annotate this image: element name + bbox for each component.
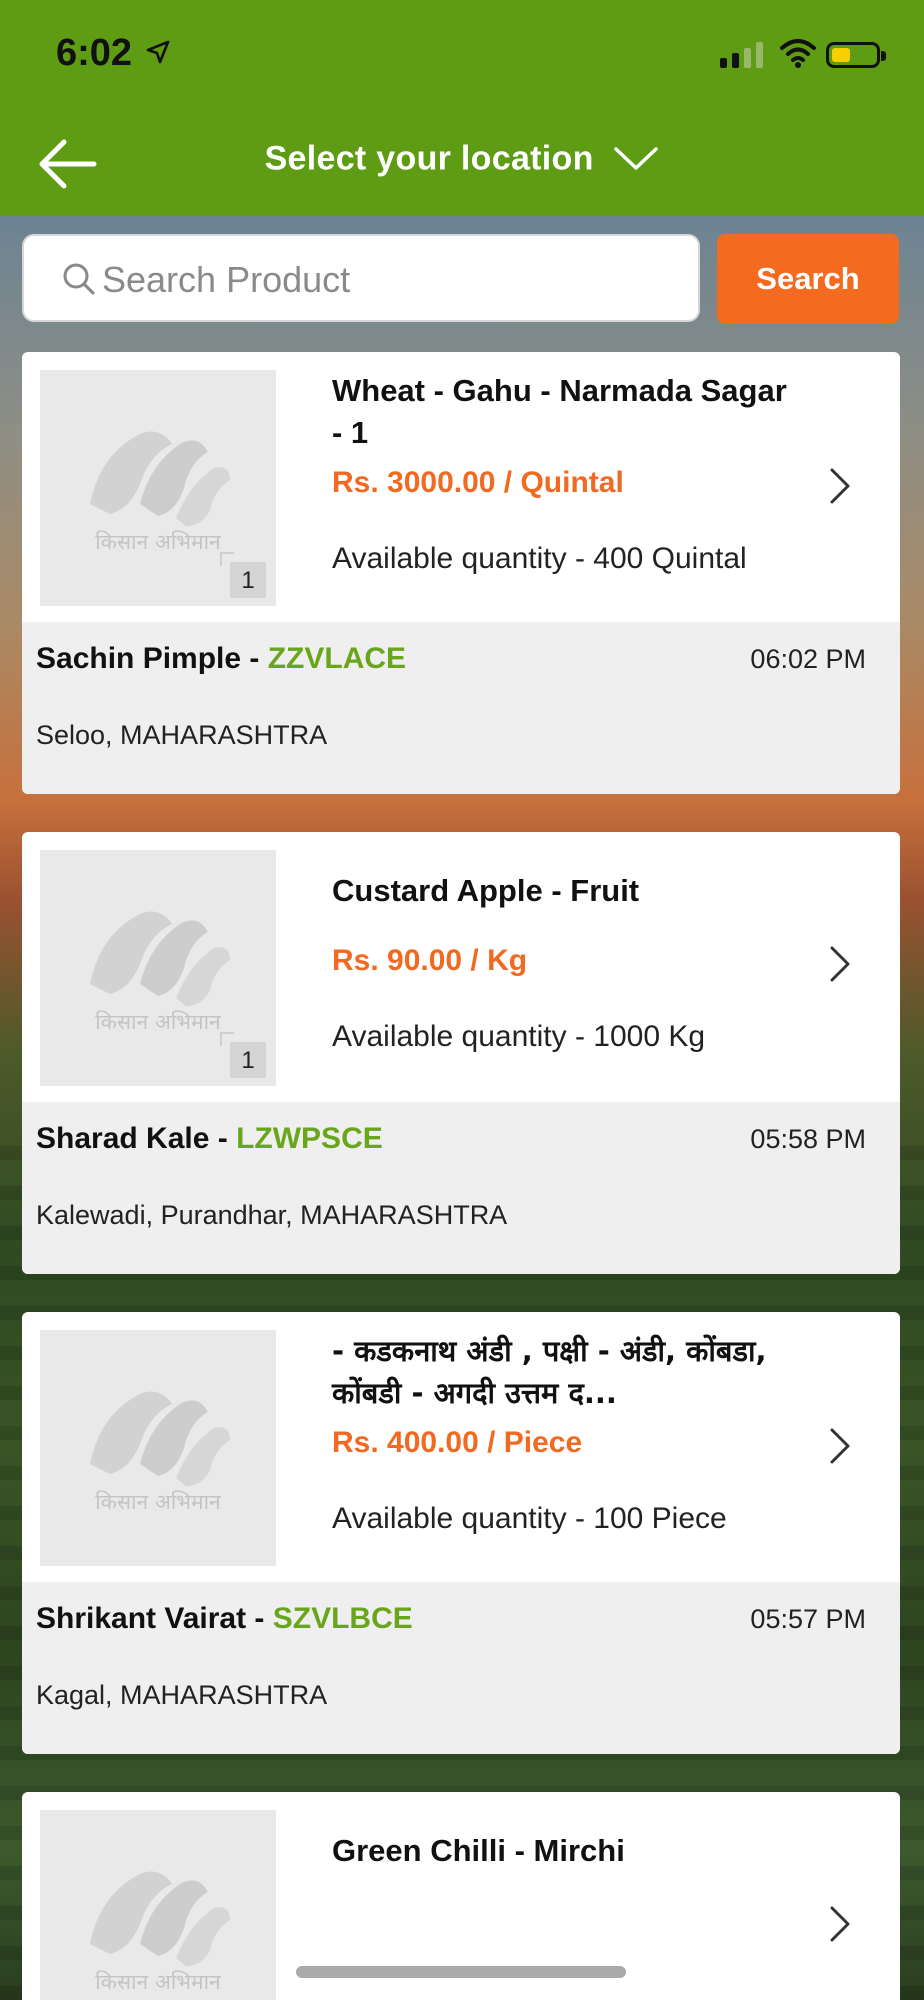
seller-code: LZWPSCE <box>236 1122 383 1155</box>
seller-name: Sachin Pimple - ZZVLACE <box>36 642 407 675</box>
home-indicator[interactable] <box>296 1966 626 1978</box>
product-name: Green Chilli - Mirchi <box>332 1833 625 1868</box>
kisan-abhiman-logo-icon <box>90 911 230 1006</box>
product-image: किसान अभिमान 1 <box>40 370 276 606</box>
kisan-abhiman-logo-icon <box>90 1391 230 1486</box>
seller-location: Seloo, MAHARASHTRA <box>36 720 328 750</box>
kisan-abhiman-logo-icon <box>90 1871 230 1966</box>
image-count-badge: 1 <box>230 562 266 598</box>
search-field[interactable] <box>22 234 700 322</box>
product-image: किसान अभिमान <box>40 1810 276 2000</box>
product-price: Rs. 3000.00 / Quintal <box>332 466 624 499</box>
wifi-icon <box>780 38 816 73</box>
logo-text: किसान अभिमान <box>95 1010 221 1034</box>
search-button[interactable]: Search <box>717 234 899 324</box>
app-header: 6:02 Select your location <box>0 0 924 216</box>
kisan-abhiman-logo-icon <box>90 431 230 526</box>
seller-code: ZZVLACE <box>267 642 407 675</box>
product-image: किसान अभिमान <box>40 1330 276 1566</box>
product-name: - कडकनाथ अंडी , पक्षी - अंडी, कोंबडा, को… <box>332 1334 767 1410</box>
seller-name: Shrikant Vairat - SZVLBCE <box>36 1602 413 1635</box>
product-name: Custard Apple - Fruit <box>332 873 640 908</box>
location-selector[interactable]: Select your location <box>0 138 924 179</box>
available-quantity: Available quantity - 100 Piece <box>332 1502 727 1535</box>
available-quantity: Available quantity - 400 Quintal <box>332 542 747 575</box>
seller-info: Shrikant Vairat - SZVLBCE 05:57 PM Kagal… <box>22 1582 900 1754</box>
status-time: 6:02 <box>56 32 133 74</box>
product-card[interactable]: किसान अभिमान - कडकनाथ अंडी , पक्षी - अंड… <box>22 1312 900 1754</box>
logo-text: किसान अभिमान <box>95 530 221 554</box>
battery-icon <box>826 42 886 68</box>
logo-text: किसान अभिमान <box>95 1490 221 1514</box>
available-quantity: Available quantity - 1000 Kg <box>332 1020 706 1053</box>
cellular-signal-icon <box>720 42 763 68</box>
chevron-down-icon <box>614 147 659 170</box>
seller-code: SZVLBCE <box>272 1602 413 1635</box>
chevron-right-icon[interactable] <box>828 944 852 984</box>
post-time: 05:57 PM <box>750 1604 866 1634</box>
image-count-badge: 1 <box>230 1042 266 1078</box>
product-price: Rs. 400.00 / Piece <box>332 1426 583 1459</box>
product-card[interactable]: किसान अभिमान 1 Custard Apple - Fruit Rs.… <box>22 832 900 1274</box>
product-card[interactable]: किसान अभिमान 1 Wheat - Gahu - Narmada Sa… <box>22 352 900 794</box>
post-time: 06:02 PM <box>750 644 866 674</box>
seller-location: Kagal, MAHARASHTRA <box>36 1680 328 1710</box>
chevron-right-icon[interactable] <box>828 1426 852 1466</box>
seller-name: Sharad Kale - LZWPSCE <box>36 1122 383 1155</box>
location-label: Select your location <box>264 139 594 178</box>
seller-info: Sachin Pimple - ZZVLACE 06:02 PM Seloo, … <box>22 622 900 794</box>
chevron-right-icon[interactable] <box>828 1904 852 1944</box>
search-icon <box>62 262 96 301</box>
product-price: Rs. 90.00 / Kg <box>332 944 528 977</box>
product-name: Wheat - Gahu - Narmada Sagar - 1 <box>332 373 787 450</box>
search-input[interactable] <box>100 254 684 306</box>
location-arrow-icon <box>146 40 170 69</box>
product-image: किसान अभिमान 1 <box>40 850 276 1086</box>
chevron-right-icon[interactable] <box>828 466 852 506</box>
post-time: 05:58 PM <box>750 1124 866 1154</box>
seller-info: Sharad Kale - LZWPSCE 05:58 PM Kalewadi,… <box>22 1102 900 1274</box>
logo-text: किसान अभिमान <box>95 1970 221 1994</box>
seller-location: Kalewadi, Purandhar, MAHARASHTRA <box>36 1200 508 1230</box>
